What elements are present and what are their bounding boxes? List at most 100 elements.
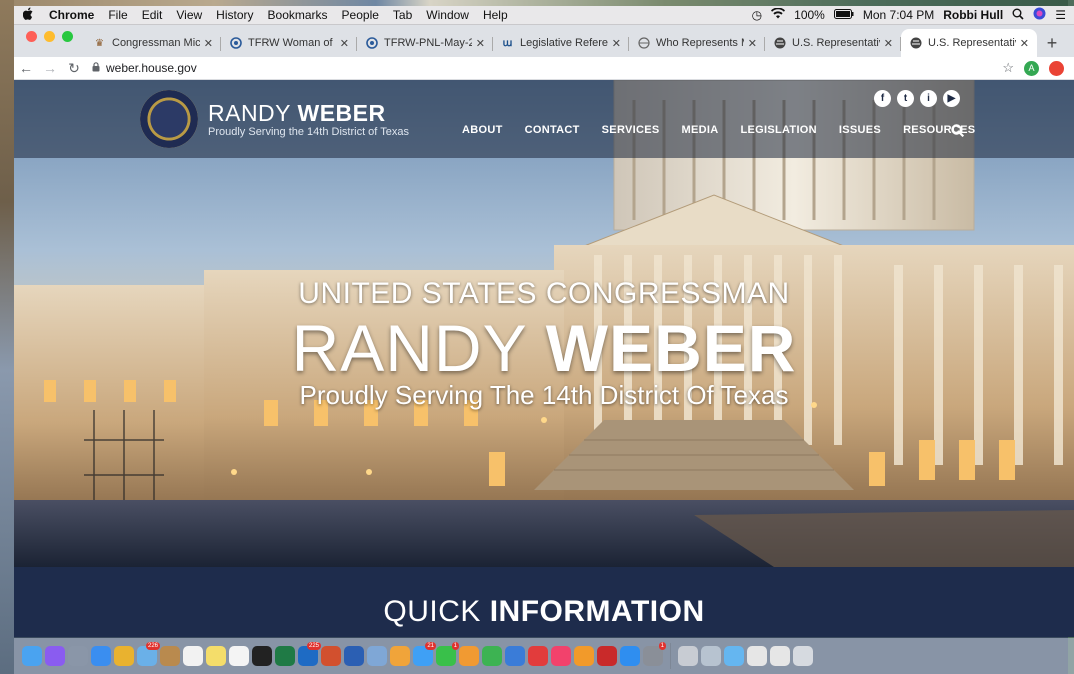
trash-icon[interactable] <box>793 646 813 666</box>
tab-close-icon[interactable]: ✕ <box>204 37 213 50</box>
word-icon[interactable] <box>344 646 364 666</box>
menu-tab[interactable]: Tab <box>386 8 419 22</box>
minimize-window-button[interactable] <box>44 30 55 42</box>
tab-close-icon[interactable]: ✕ <box>884 37 893 50</box>
screenshot-icon[interactable] <box>701 646 721 666</box>
launchpad-icon[interactable] <box>68 646 88 666</box>
extension-icon[interactable]: A <box>1024 60 1039 76</box>
acrobat-icon[interactable] <box>597 646 617 666</box>
close-window-button[interactable] <box>26 30 37 42</box>
chrome-window: ♛ Congressman Michae ✕ TFRW Woman of Dis… <box>14 25 1074 637</box>
browser-tab[interactable]: ա Legislative Reference ✕ <box>493 29 629 57</box>
address-bar[interactable]: weber.house.gov <box>92 61 1002 75</box>
reload-icon[interactable]: ↻ <box>62 60 86 77</box>
menu-people[interactable]: People <box>335 8 386 22</box>
downloads-stack-icon[interactable] <box>678 646 698 666</box>
music-icon[interactable] <box>551 646 571 666</box>
nav-services[interactable]: SERVICES <box>602 124 660 136</box>
keynote-icon[interactable] <box>505 646 525 666</box>
twitter-icon[interactable]: t <box>897 90 914 107</box>
tab-close-icon[interactable]: ✕ <box>476 37 485 50</box>
calendar-icon[interactable] <box>183 646 203 666</box>
nav-about[interactable]: ABOUT <box>462 124 503 136</box>
siri-menu-icon[interactable] <box>1033 7 1046 23</box>
browser-tab[interactable]: ♛ Congressman Michae ✕ <box>85 29 221 57</box>
menu-window[interactable]: Window <box>419 8 476 22</box>
house-seal-logo[interactable] <box>140 90 198 148</box>
quick-heading-light: QUICK <box>383 595 490 628</box>
photos-icon[interactable]: 226 <box>137 642 160 666</box>
menu-view[interactable]: View <box>169 8 209 22</box>
pages-icon[interactable] <box>459 646 479 666</box>
stickies-icon[interactable] <box>206 646 226 666</box>
spotify-icon[interactable] <box>252 646 272 666</box>
messages-icon[interactable]: 21 <box>413 642 436 666</box>
siri-icon[interactable] <box>45 646 65 666</box>
site-brand-name[interactable]: RANDY WEBER <box>208 100 386 127</box>
wifi-icon[interactable] <box>771 7 786 22</box>
address-url[interactable]: weber.house.gov <box>106 61 197 75</box>
tab-close-icon[interactable]: ✕ <box>1020 37 1029 50</box>
tab-close-icon[interactable]: ✕ <box>748 37 757 50</box>
browser-tab[interactable]: TFRW Woman of Dis ✕ <box>221 29 357 57</box>
zoom-window-button[interactable] <box>62 30 73 42</box>
menu-clock[interactable]: Mon 7:04 PM <box>863 8 934 22</box>
document-stack-2-icon[interactable] <box>770 646 790 666</box>
battery-icon[interactable] <box>833 8 854 22</box>
site-search-icon[interactable] <box>951 124 964 137</box>
powerpoint-icon[interactable] <box>321 646 341 666</box>
menu-history[interactable]: History <box>209 8 260 22</box>
macos-menu-bar: Chrome File Edit View History Bookmarks … <box>14 6 1074 25</box>
document-stack-icon[interactable] <box>747 646 767 666</box>
nav-media[interactable]: MEDIA <box>682 124 719 136</box>
bookmark-star-icon[interactable]: ☆ <box>1002 60 1014 76</box>
notification-center-icon[interactable]: ☰ <box>1055 8 1066 22</box>
facetime-icon[interactable]: 1 <box>436 642 459 666</box>
browser-tab[interactable]: U.S. Representative ✕ <box>765 29 901 57</box>
reminders-icon[interactable] <box>229 646 249 666</box>
folder-icon[interactable] <box>724 646 744 666</box>
lock-icon[interactable] <box>92 61 100 75</box>
apple-menu-icon[interactable] <box>14 7 42 23</box>
spotlight-search-icon[interactable] <box>1012 8 1024 23</box>
notes-brown-icon[interactable] <box>160 646 180 666</box>
nav-resources[interactable]: RESOURCES <box>903 124 975 136</box>
menu-app-name[interactable]: Chrome <box>42 8 101 22</box>
preview-icon[interactable] <box>367 646 387 666</box>
social-links: f t i ▶ <box>874 90 960 107</box>
appstore-icon[interactable] <box>620 646 640 666</box>
nav-legislation[interactable]: LEGISLATION <box>740 124 816 136</box>
forward-arrow-icon[interactable]: → <box>38 60 62 76</box>
facebook-icon[interactable]: f <box>874 90 891 107</box>
chrome-icon[interactable] <box>114 646 134 666</box>
nav-contact[interactable]: CONTACT <box>525 124 580 136</box>
browser-tab-active[interactable]: U.S. Representative ✕ <box>901 29 1037 57</box>
system-preferences-icon[interactable]: 1 <box>643 642 666 666</box>
numbers-icon[interactable] <box>482 646 502 666</box>
tab-close-icon[interactable]: ✕ <box>612 37 621 50</box>
extension-red-icon[interactable] <box>1049 60 1064 76</box>
browser-toolbar: ← → ↻ weber.house.gov ☆ A <box>14 57 1074 80</box>
outlook-icon[interactable]: 225 <box>298 642 321 666</box>
menu-bookmarks[interactable]: Bookmarks <box>261 8 335 22</box>
browser-tab[interactable]: Who Represents Me ✕ <box>629 29 765 57</box>
time-machine-icon[interactable]: ◷ <box>752 8 762 22</box>
finder-icon[interactable] <box>22 646 42 666</box>
youtube-icon[interactable]: ▶ <box>943 90 960 107</box>
back-arrow-icon[interactable]: ← <box>14 60 38 76</box>
menu-help[interactable]: Help <box>476 8 515 22</box>
menu-file[interactable]: File <box>101 8 134 22</box>
books-icon[interactable] <box>574 646 594 666</box>
new-tab-button[interactable]: + <box>1037 29 1067 57</box>
battery-percent: 100% <box>794 8 825 22</box>
menu-edit[interactable]: Edit <box>135 8 170 22</box>
nav-issues[interactable]: ISSUES <box>839 124 881 136</box>
block-icon[interactable] <box>528 646 548 666</box>
safari-icon[interactable] <box>91 646 111 666</box>
menu-user-name[interactable]: Robbi Hull <box>943 8 1003 22</box>
browser-tab[interactable]: TFRW-PNL-May-201 ✕ <box>357 29 493 57</box>
instagram-icon[interactable]: i <box>920 90 937 107</box>
photos-flower-icon[interactable] <box>390 646 410 666</box>
tab-close-icon[interactable]: ✕ <box>340 37 349 50</box>
excel-icon[interactable] <box>275 646 295 666</box>
